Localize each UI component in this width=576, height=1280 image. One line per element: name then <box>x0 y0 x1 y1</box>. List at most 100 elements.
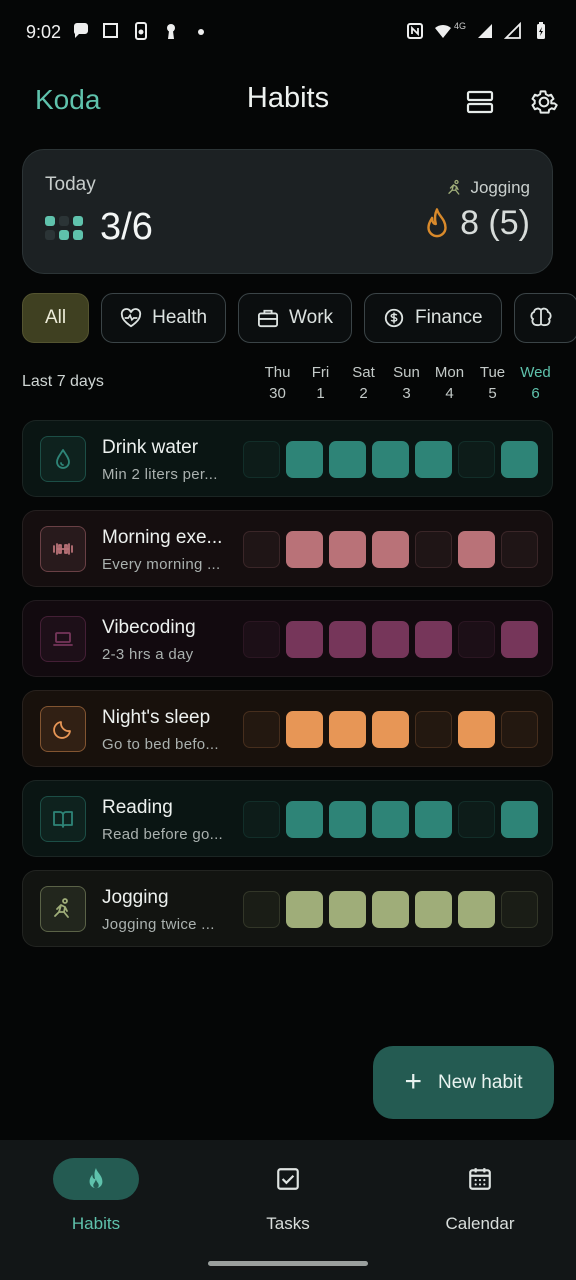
dot-icon <box>198 29 204 35</box>
chip-label: Health <box>152 307 208 328</box>
day-cell-empty[interactable] <box>458 621 495 658</box>
completed-count: 3/6 <box>100 206 153 248</box>
day-cell-completed[interactable] <box>458 531 495 568</box>
habit-name: Jogging <box>102 887 169 908</box>
settings-button[interactable] <box>526 84 562 120</box>
day-cell-empty[interactable] <box>243 801 280 838</box>
progress-dots <box>45 216 83 240</box>
nav-item-tasks[interactable]: Tasks <box>192 1158 384 1234</box>
day-cell-completed[interactable] <box>329 621 366 658</box>
day-cell-completed[interactable] <box>415 621 452 658</box>
habit-row[interactable]: Drink water Min 2 liters per... <box>22 420 553 497</box>
day-cell-completed[interactable] <box>286 621 323 658</box>
habit-description: Go to bed befo... <box>102 736 219 753</box>
habit-row[interactable]: Morning exe... Every morning ... <box>22 510 553 587</box>
progress-dot <box>45 230 55 240</box>
day-cell-completed[interactable] <box>372 621 409 658</box>
progress-dot <box>59 230 69 240</box>
day-cell-completed[interactable] <box>286 531 323 568</box>
today-summary-card[interactable]: Today 3/6 Jogging 8 (5) <box>22 149 553 274</box>
day-cell-completed[interactable] <box>372 891 409 928</box>
habit-name: Drink water <box>102 437 199 458</box>
habit-description: 2-3 hrs a day <box>102 646 194 663</box>
day-cell-completed[interactable] <box>458 711 495 748</box>
day-cell-completed[interactable] <box>286 711 323 748</box>
day-cell-empty[interactable] <box>458 801 495 838</box>
day-cell-completed[interactable] <box>501 801 538 838</box>
habit-row[interactable]: Night's sleep Go to bed befo... <box>22 690 553 767</box>
day-cell-empty[interactable] <box>501 531 538 568</box>
day-cell-completed[interactable] <box>329 531 366 568</box>
summary-label: Today <box>45 174 96 195</box>
filter-chip-health[interactable]: Health <box>101 293 227 343</box>
day-number: 3 <box>402 385 411 402</box>
progress-dot <box>45 216 55 226</box>
day-cell-empty[interactable] <box>243 621 280 658</box>
day-cell-empty[interactable] <box>458 441 495 478</box>
chip-label: All <box>45 307 67 328</box>
habit-icon-box <box>40 706 86 752</box>
day-number: 2 <box>359 385 368 402</box>
book-icon <box>53 811 73 828</box>
day-cell-empty[interactable] <box>501 711 538 748</box>
nav-item-calendar[interactable]: Calendar <box>384 1158 576 1234</box>
day-cell-completed[interactable] <box>329 711 366 748</box>
day-cell-completed[interactable] <box>372 441 409 478</box>
day-cell-completed[interactable] <box>286 891 323 928</box>
day-cell-completed[interactable] <box>372 711 409 748</box>
day-cell-completed[interactable] <box>329 801 366 838</box>
bottom-navigation: Habits Tasks Calendar <box>0 1140 576 1280</box>
day-number: 30 <box>269 385 286 402</box>
day-cell-completed[interactable] <box>458 891 495 928</box>
day-cell-empty[interactable] <box>243 441 280 478</box>
habit-row[interactable]: Reading Read before go... <box>22 780 553 857</box>
day-cell-completed[interactable] <box>501 621 538 658</box>
filter-chip-all[interactable]: All <box>22 293 90 343</box>
day-cell-empty[interactable] <box>243 531 280 568</box>
day-column-header: Wed 6 <box>514 362 557 404</box>
filter-chip-brain[interactable] <box>513 293 576 343</box>
habit-description: Jogging twice ... <box>102 916 215 933</box>
chip-label: Work <box>289 307 334 328</box>
home-indicator[interactable] <box>208 1261 368 1266</box>
day-number: 1 <box>316 385 325 402</box>
day-cell-completed[interactable] <box>372 531 409 568</box>
day-cell-completed[interactable] <box>415 801 452 838</box>
dumbbell-icon <box>53 543 73 555</box>
day-cell-completed[interactable] <box>329 891 366 928</box>
day-cell-empty[interactable] <box>415 531 452 568</box>
day-cell-completed[interactable] <box>286 801 323 838</box>
layout-toggle-button[interactable] <box>462 84 498 120</box>
wifi-icon <box>434 24 451 38</box>
flame-icon <box>427 207 447 237</box>
day-cell-completed[interactable] <box>501 441 538 478</box>
nav-label: Habits <box>71 1214 121 1233</box>
days-range-label: Last 7 days <box>22 373 104 390</box>
day-cell-completed[interactable] <box>372 801 409 838</box>
new-habit-button[interactable]: + New habit <box>373 1046 554 1119</box>
day-cell-completed[interactable] <box>415 441 452 478</box>
nav-item-habits[interactable]: Habits <box>0 1158 192 1234</box>
habit-name: Night's sleep <box>102 707 211 728</box>
habit-day-cells <box>243 441 538 478</box>
laptop-icon <box>53 632 73 646</box>
day-name: Wed <box>520 364 551 381</box>
category-filters: All Health Work Finance <box>22 293 576 343</box>
plus-icon: + <box>404 1064 423 1098</box>
day-cell-completed[interactable] <box>286 441 323 478</box>
progress-dot <box>73 216 83 226</box>
habit-row[interactable]: Vibecoding 2-3 hrs a day <box>22 600 553 677</box>
habit-row[interactable]: Jogging Jogging twice ... <box>22 870 553 947</box>
nav-label: Calendar <box>445 1214 515 1233</box>
habit-day-cells <box>243 801 538 838</box>
filter-chip-work[interactable]: Work <box>238 293 353 343</box>
day-cell-completed[interactable] <box>329 441 366 478</box>
day-cell-completed[interactable] <box>415 891 452 928</box>
day-cell-empty[interactable] <box>501 891 538 928</box>
screenshot-icon <box>103 23 118 38</box>
day-cell-empty[interactable] <box>243 711 280 748</box>
filter-chip-finance[interactable]: Finance <box>364 293 502 343</box>
new-habit-label: New habit <box>438 1071 523 1093</box>
day-cell-empty[interactable] <box>243 891 280 928</box>
day-cell-empty[interactable] <box>415 711 452 748</box>
